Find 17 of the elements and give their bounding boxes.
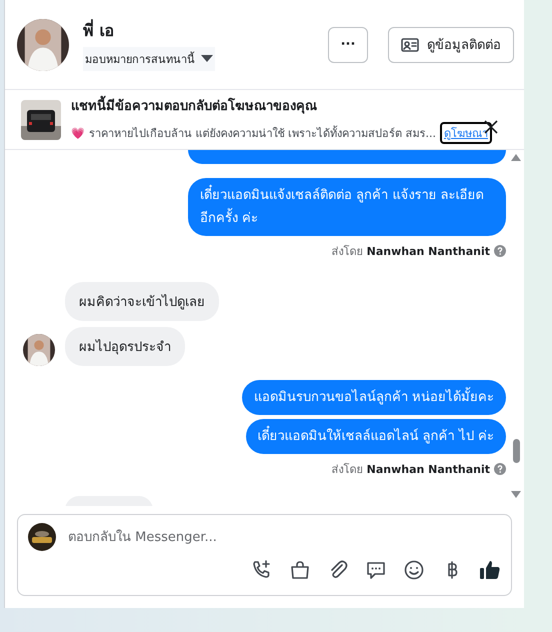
contact-name: พี่ เอ xyxy=(83,18,116,42)
sender-name: Nanwhan Nanthanit xyxy=(366,244,490,258)
sender-name: Nanwhan Nanthanit xyxy=(366,462,490,476)
ad-reply-title: แชทนี้มีข้อความตอบกลับต่อโฆษณาของคุณ xyxy=(71,95,492,116)
assign-conversation-dropdown[interactable]: มอบหมายการสนทนานี้ xyxy=(83,47,215,71)
view-contact-button[interactable]: ดูข้อมูลติดต่อ xyxy=(388,26,514,62)
sent-message: เดี๋ยวแอดมินแจ้งเชลล์ติดต่อ ลูกค้า แจ้งราย ละเอียดอีกครั้ง ค่ะ xyxy=(188,178,506,236)
ad-snippet: ราคาหายไปเกือบล้าน แต่ยังคงความน่าใช้ เพราะได้ทั้งความสปอร์ต สมร... xyxy=(89,124,436,142)
sent-message: เดี๋ยวแอดมินให้เชลล์แอดไลน์ ลูกค้า ไป ค่ะ xyxy=(246,419,506,454)
sent-message: แอดมินรบกวนขอไลน์ลูกค้า หน่อยได้มั้ยคะ xyxy=(242,380,506,415)
sent-by-label: ส่งโดย xyxy=(332,462,363,478)
more-button[interactable]: ··· xyxy=(328,26,368,62)
sent-by-label: ส่งโดย xyxy=(332,244,363,260)
received-message: ผมคิดว่าจะเข้าไปดูเลย xyxy=(65,282,219,321)
heart-icon: 💗 xyxy=(71,126,85,140)
view-ad-link[interactable]: ดูโฆษณา xyxy=(440,122,492,144)
received-message: ผมไปอุดรประจำ xyxy=(65,327,185,366)
